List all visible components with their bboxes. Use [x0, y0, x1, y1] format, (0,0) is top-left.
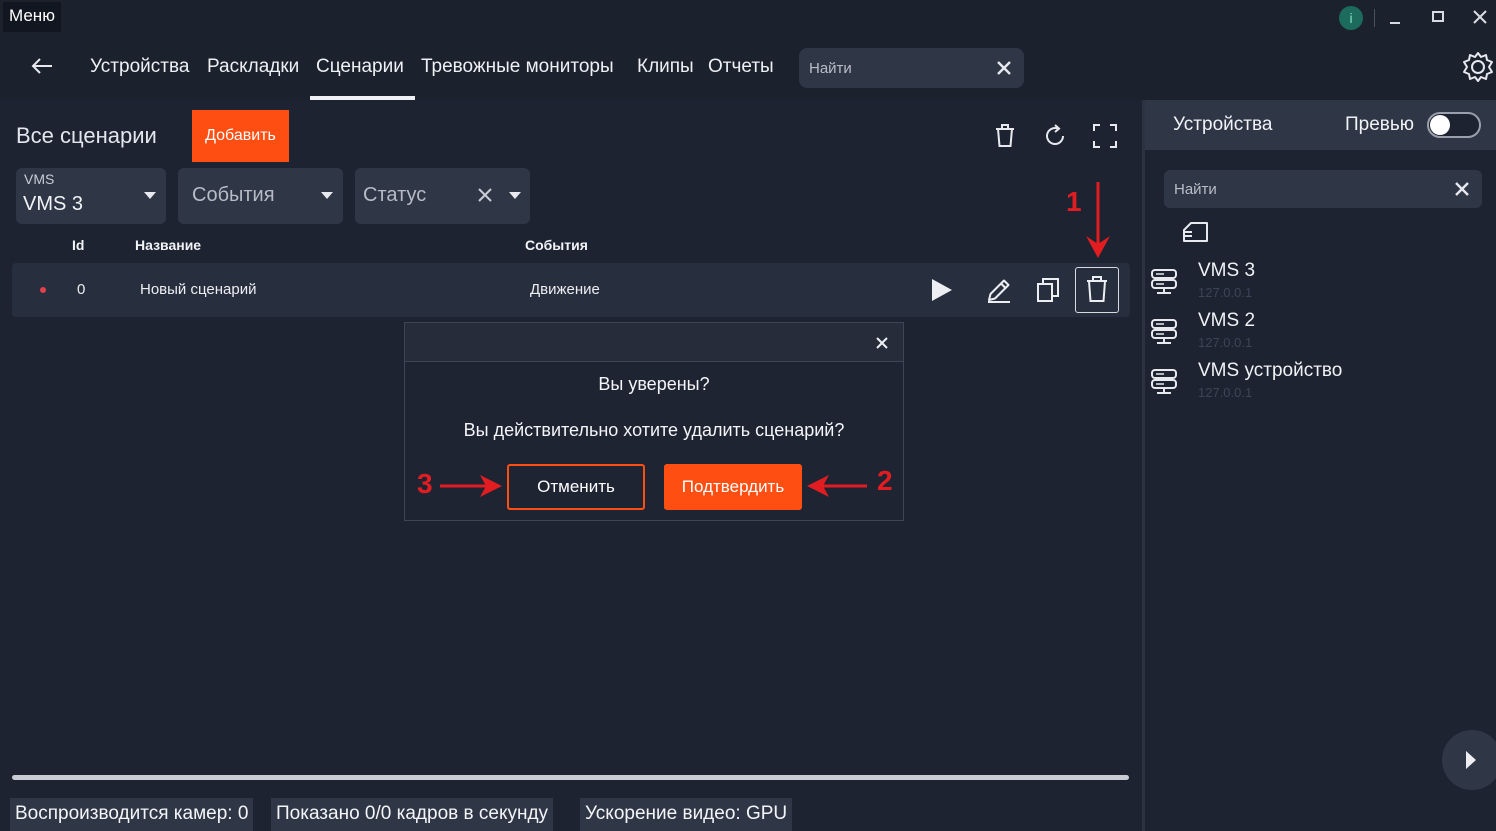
device-ip: 127.0.0.1 — [1198, 385, 1253, 400]
info-icon[interactable]: i — [1339, 6, 1363, 30]
status-cameras: Воспроизводится камер: 0 — [10, 798, 254, 831]
device-name: VMS 2 — [1198, 310, 1256, 331]
copy-icon[interactable] — [1033, 274, 1065, 306]
dialog-header — [405, 323, 903, 362]
row-id: 0 — [77, 281, 86, 298]
preview-toggle[interactable] — [1427, 112, 1481, 138]
column-header-name[interactable]: Название — [135, 237, 201, 253]
annotation-number-3: 3 — [417, 468, 433, 499]
annotation-arrow-down-icon — [1086, 182, 1110, 258]
cancel-button[interactable]: Отменить — [507, 464, 645, 510]
dialog-title: Вы уверены? — [598, 374, 710, 394]
annotation-arrow-left-icon — [807, 475, 867, 497]
title-bar: Меню i — [0, 0, 1496, 34]
folder-tree-icon[interactable] — [1181, 219, 1211, 247]
chevron-down-icon — [509, 192, 521, 199]
status-select-placeholder: Статус — [363, 184, 427, 206]
tab-scenarios[interactable]: Сценарии — [316, 56, 404, 78]
search-input[interactable] — [809, 56, 989, 80]
annotation-number-2: 2 — [877, 465, 893, 496]
device-name: VMS устройство — [1198, 360, 1343, 381]
expand-panel-button[interactable] — [1442, 730, 1496, 790]
nav-search — [799, 48, 1024, 88]
menu-button[interactable]: Меню — [3, 2, 61, 32]
status-acceleration: Ускорение видео: GPU — [580, 798, 793, 831]
preview-label: Превью — [1345, 114, 1415, 135]
devices-panel-title: Устройства — [1173, 114, 1273, 135]
chevron-down-icon — [321, 192, 333, 199]
clear-status-icon[interactable] — [475, 185, 495, 205]
device-item[interactable]: VMS 3 127.0.0.1 — [1145, 260, 1496, 308]
status-fps: Показано 0/0 кадров в секунду — [271, 798, 554, 831]
device-item[interactable]: VMS 2 127.0.0.1 — [1145, 310, 1496, 358]
column-header-events[interactable]: События — [525, 237, 588, 253]
chevron-right-icon — [1466, 751, 1476, 769]
refresh-icon[interactable] — [1041, 122, 1069, 150]
trash-icon[interactable] — [991, 122, 1019, 150]
page-title: Все сценарии — [16, 123, 157, 148]
vms-select-label: VMS — [24, 171, 55, 187]
vms-select[interactable]: VMS VMS 3 — [16, 168, 166, 224]
server-icon — [1151, 319, 1177, 344]
vms-select-value: VMS 3 — [23, 193, 84, 215]
devices-panel: Устройства Превью VMS 3 127.0.0.1 — [1145, 100, 1496, 831]
dialog-message: Вы действительно хотите удалить сценарий… — [463, 420, 845, 440]
status-dot — [40, 287, 46, 293]
nav-bar: Устройства Раскладки Сценарии Тревожные … — [0, 34, 1496, 100]
tab-layouts[interactable]: Раскладки — [207, 56, 299, 78]
devices-panel-header: Устройства Превью — [1145, 100, 1496, 150]
clear-search-icon[interactable] — [1450, 177, 1474, 201]
row-delete-button[interactable] — [1075, 267, 1119, 313]
close-window-button[interactable] — [1467, 4, 1493, 30]
tab-devices[interactable]: Устройства — [90, 56, 189, 78]
tab-alarm-monitors[interactable]: Тревожные мониторы — [421, 56, 614, 78]
close-icon[interactable] — [872, 333, 892, 353]
device-ip: 127.0.0.1 — [1198, 335, 1253, 350]
devices-search — [1164, 170, 1482, 208]
fullscreen-icon[interactable] — [1091, 122, 1119, 150]
clear-search-icon[interactable] — [992, 56, 1016, 80]
devices-search-input[interactable] — [1174, 178, 1434, 200]
confirm-button[interactable]: Подтвердить — [664, 464, 802, 510]
trash-icon — [1087, 276, 1107, 302]
tab-clips[interactable]: Клипы — [637, 56, 694, 78]
row-name: Новый сценарий — [140, 281, 257, 298]
chevron-down-icon — [144, 192, 156, 199]
horizontal-scrollbar[interactable] — [12, 775, 1129, 780]
add-button[interactable]: Добавить — [192, 110, 289, 162]
device-ip: 127.0.0.1 — [1198, 285, 1253, 300]
maximize-button[interactable] — [1425, 4, 1451, 30]
back-arrow-icon[interactable] — [28, 52, 56, 80]
column-header-id[interactable]: Id — [72, 237, 84, 253]
toggle-knob — [1430, 115, 1450, 135]
annotation-number-1: 1 — [1066, 186, 1082, 217]
title-bar-separator — [1374, 9, 1375, 27]
server-icon — [1151, 369, 1177, 394]
edit-icon[interactable] — [983, 274, 1015, 306]
row-events: Движение — [530, 281, 600, 298]
gear-icon[interactable] — [1461, 49, 1495, 85]
close-icon — [1473, 10, 1487, 24]
events-select[interactable]: События — [178, 168, 343, 224]
tab-reports[interactable]: Отчеты — [708, 56, 774, 78]
annotation-arrow-right-icon — [440, 475, 502, 497]
minimize-icon — [1390, 22, 1400, 24]
table-row[interactable]: 0 Новый сценарий Движение — [12, 263, 1130, 317]
device-item[interactable]: VMS устройство 127.0.0.1 — [1145, 360, 1496, 408]
server-icon — [1151, 269, 1177, 294]
events-select-placeholder: События — [192, 184, 275, 206]
maximize-icon — [1432, 11, 1444, 22]
device-name: VMS 3 — [1198, 260, 1256, 281]
minimize-button[interactable] — [1382, 4, 1408, 30]
play-icon[interactable] — [925, 274, 957, 306]
status-select[interactable]: Статус — [355, 168, 530, 224]
